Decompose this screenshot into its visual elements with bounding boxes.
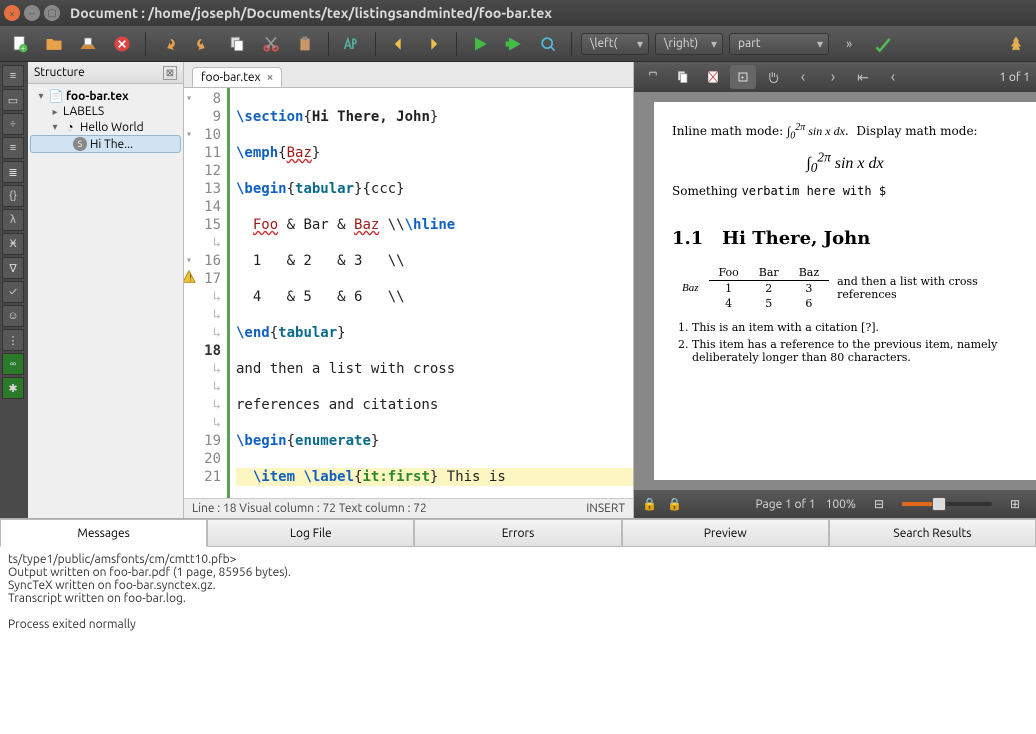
preview-panel: + ‹ › ⇤ ‹ 1 of 1 Inline math mode: ∫02π … [634, 62, 1036, 518]
pv-hand-icon[interactable] [760, 65, 786, 89]
pv-prev-button[interactable]: ‹ [790, 65, 816, 89]
strip-check-icon[interactable]: ✓ [2, 281, 24, 303]
new-file-button[interactable]: + [6, 30, 34, 58]
warning-icon: ! [184, 270, 196, 284]
strip-loop-icon[interactable]: ∞ [2, 353, 24, 375]
status-cursor: Line : 18 Visual column : 72 Text column… [192, 502, 427, 515]
pv-first-button[interactable]: ⇤ [850, 65, 876, 89]
title-bar: × – ▢ Document : /home/joseph/Documents/… [0, 0, 1036, 26]
messages-output[interactable]: ts/type1/public/amsfonts/cm/cmtt10.pfb> … [0, 547, 1036, 734]
strip-del-icon[interactable]: ∇ [2, 257, 24, 279]
wizard-button[interactable] [338, 30, 366, 58]
structure-tree: ▾📄foo-bar.tex ▸LABELS ▾◔Hello World SHi … [28, 84, 183, 157]
build-view-button[interactable] [500, 30, 528, 58]
strip-section-icon[interactable]: ÷ [2, 113, 24, 135]
pdf-list-item: This item has a reference to the previou… [692, 338, 1018, 364]
pv-page-label: 1 of 1 [999, 71, 1030, 84]
right-delim-combo[interactable]: \right) [655, 33, 723, 55]
zoom-slider[interactable] [902, 502, 992, 506]
tab-close-icon[interactable]: × [267, 71, 274, 84]
code-area[interactable]: \section{Hi There, John} \emph{Baz} \beg… [230, 88, 633, 498]
main-toolbar: + \left( \right) part » [0, 26, 1036, 62]
tab-messages[interactable]: Messages [0, 519, 207, 547]
left-toolstrip: ≡ ▭ ÷ ≡ ≣ {} λ Ӿ ∇ ✓ ☺ ⋮ ∞ ✱ [0, 62, 28, 518]
nav-fwd-button[interactable] [419, 30, 447, 58]
structure-panel: Structure ⊠ ▾📄foo-bar.tex ▸LABELS ▾◔Hell… [28, 62, 184, 518]
pv-lock2-icon[interactable]: 🔒 [667, 497, 682, 511]
tree-labels[interactable]: ▸LABELS [30, 104, 181, 119]
structure-close-button[interactable]: ⊠ [163, 66, 177, 80]
svg-text:+: + [741, 74, 745, 81]
save-button[interactable] [74, 30, 102, 58]
strip-part-icon[interactable]: ≡ [2, 65, 24, 87]
user-button[interactable] [1002, 30, 1030, 58]
preview-toolbar: + ‹ › ⇤ ‹ 1 of 1 [634, 62, 1036, 92]
pv-footer-page: Page 1 of 1 [755, 498, 815, 511]
pv-lock-icon[interactable]: 🔒 [642, 497, 657, 511]
pdf-viewport[interactable]: Inline math mode: ∫02π sin x dx. Display… [634, 92, 1036, 490]
strip-smile-icon[interactable]: ☺ [2, 305, 24, 327]
svg-text:!: ! [188, 274, 193, 283]
window-close-button[interactable]: × [4, 5, 20, 21]
editor-tab[interactable]: foo-bar.tex× [192, 67, 282, 87]
code-editor[interactable]: ▾8 9 ▾10 11 12 13 14 15 ↳ ▾16 !17 ↳ ↳ ↳ … [184, 88, 633, 498]
pv-footer-zoom: 100% [826, 498, 856, 511]
window-maximize-button[interactable]: ▢ [44, 5, 60, 21]
editor-tabbar: foo-bar.tex× [184, 62, 633, 88]
strip-chapter-icon[interactable]: ▭ [2, 89, 24, 111]
window-title: Document : /home/joseph/Documents/tex/li… [70, 5, 552, 21]
copy-button[interactable] [223, 30, 251, 58]
pv-next-button[interactable]: › [820, 65, 846, 89]
bottom-panel: Messages Log File Errors Preview Search … [0, 518, 1036, 734]
tree-root[interactable]: ▾📄foo-bar.tex [30, 88, 181, 104]
tab-search[interactable]: Search Results [829, 519, 1036, 547]
bottom-tabs: Messages Log File Errors Preview Search … [0, 519, 1036, 547]
tab-preview[interactable]: Preview [622, 519, 829, 547]
pv-last-button[interactable]: ‹ [880, 65, 906, 89]
pv-expand-button[interactable] [640, 65, 666, 89]
strip-brace-icon[interactable]: {} [2, 185, 24, 207]
close-button[interactable] [108, 30, 136, 58]
section-combo[interactable]: part [729, 33, 829, 55]
zoom-in-button[interactable]: ⊞ [1002, 492, 1028, 516]
open-file-button[interactable] [40, 30, 68, 58]
pdf-list-item: This is an item with a citation [?]. [692, 321, 1018, 334]
redo-button[interactable] [189, 30, 217, 58]
structure-title: Structure [34, 66, 85, 79]
pdf-page: Inline math mode: ∫02π sin x dx. Display… [654, 102, 1036, 480]
view-log-button[interactable] [534, 30, 562, 58]
cut-button[interactable] [257, 30, 285, 58]
tree-hi[interactable]: SHi The... [30, 135, 181, 153]
strip-lambda-icon[interactable]: λ [2, 209, 24, 231]
strip-dots-icon[interactable]: ⋮ [2, 329, 24, 351]
left-delim-combo[interactable]: \left( [581, 33, 649, 55]
strip-chi-icon[interactable]: Ӿ [2, 233, 24, 255]
undo-button[interactable] [155, 30, 183, 58]
editor-statusbar: Line : 18 Visual column : 72 Text column… [184, 498, 633, 518]
preview-footer: 🔒 🔒 Page 1 of 1 100% ⊟ ⊞ [634, 490, 1036, 518]
build-run-button[interactable] [466, 30, 494, 58]
strip-subsection-icon[interactable]: ≡ [2, 137, 24, 159]
svg-text:+: + [21, 44, 25, 52]
window-minimize-button[interactable]: – [24, 5, 40, 21]
tab-logfile[interactable]: Log File [207, 519, 414, 547]
strip-subsub-icon[interactable]: ≣ [2, 161, 24, 183]
pv-pdf-icon[interactable] [700, 65, 726, 89]
spell-button[interactable] [869, 30, 897, 58]
pv-pages-button[interactable] [670, 65, 696, 89]
strip-star-icon[interactable]: ✱ [2, 377, 24, 399]
tab-errors[interactable]: Errors [414, 519, 621, 547]
tree-hello[interactable]: ▾◔Hello World [30, 119, 181, 135]
nav-back-button[interactable] [385, 30, 413, 58]
line-gutter: ▾8 9 ▾10 11 12 13 14 15 ↳ ▾16 !17 ↳ ↳ ↳ … [184, 88, 230, 498]
pv-fit-button[interactable]: + [730, 65, 756, 89]
paste-button[interactable] [291, 30, 319, 58]
zoom-out-button[interactable]: ⊟ [866, 492, 892, 516]
more-tools-button[interactable]: » [835, 30, 863, 58]
editor-panel: foo-bar.tex× ▾8 9 ▾10 11 12 13 14 15 ↳ ▾… [184, 62, 634, 518]
status-mode: INSERT [586, 502, 625, 515]
